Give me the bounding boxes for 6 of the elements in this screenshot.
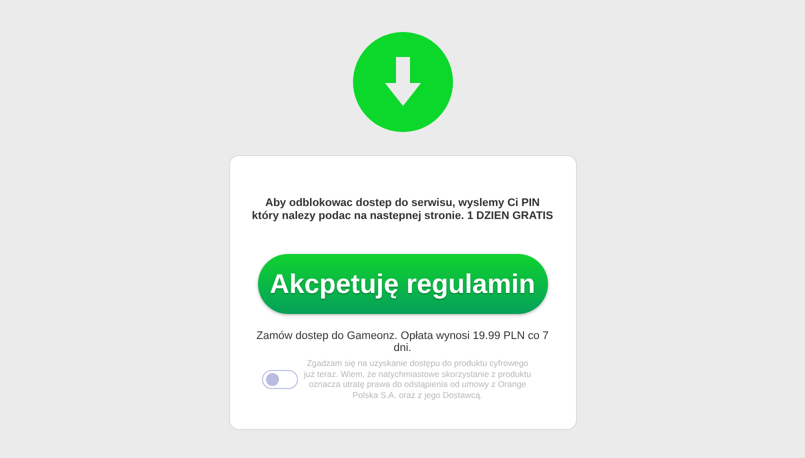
accept-button[interactable]: Akcpetuję regulamin <box>258 254 548 314</box>
consent-toggle[interactable] <box>262 370 298 388</box>
consent-text: Zgadzam się na uzyskanie dostępu do produktu cyfrowego już teraz. Wiem, że natychmiastowe skorzystanie z produktu oznacza utratę prawa do odstąpienia od umowy z Orange Polska S.A. oraz z jego Dostawcą. <box>302 358 532 400</box>
price-note: Zamów dostep do Gameonz. Opłata wynosi 19.99 PLN co 7 dni. <box>255 330 550 354</box>
download-icon <box>352 32 452 132</box>
intro-text: Aby odblokowac dostep do serwisu, wyslemy Ci PIN który nalezy podac na nastepnej stronie. 1 DZIEN GRATIS <box>252 197 554 223</box>
